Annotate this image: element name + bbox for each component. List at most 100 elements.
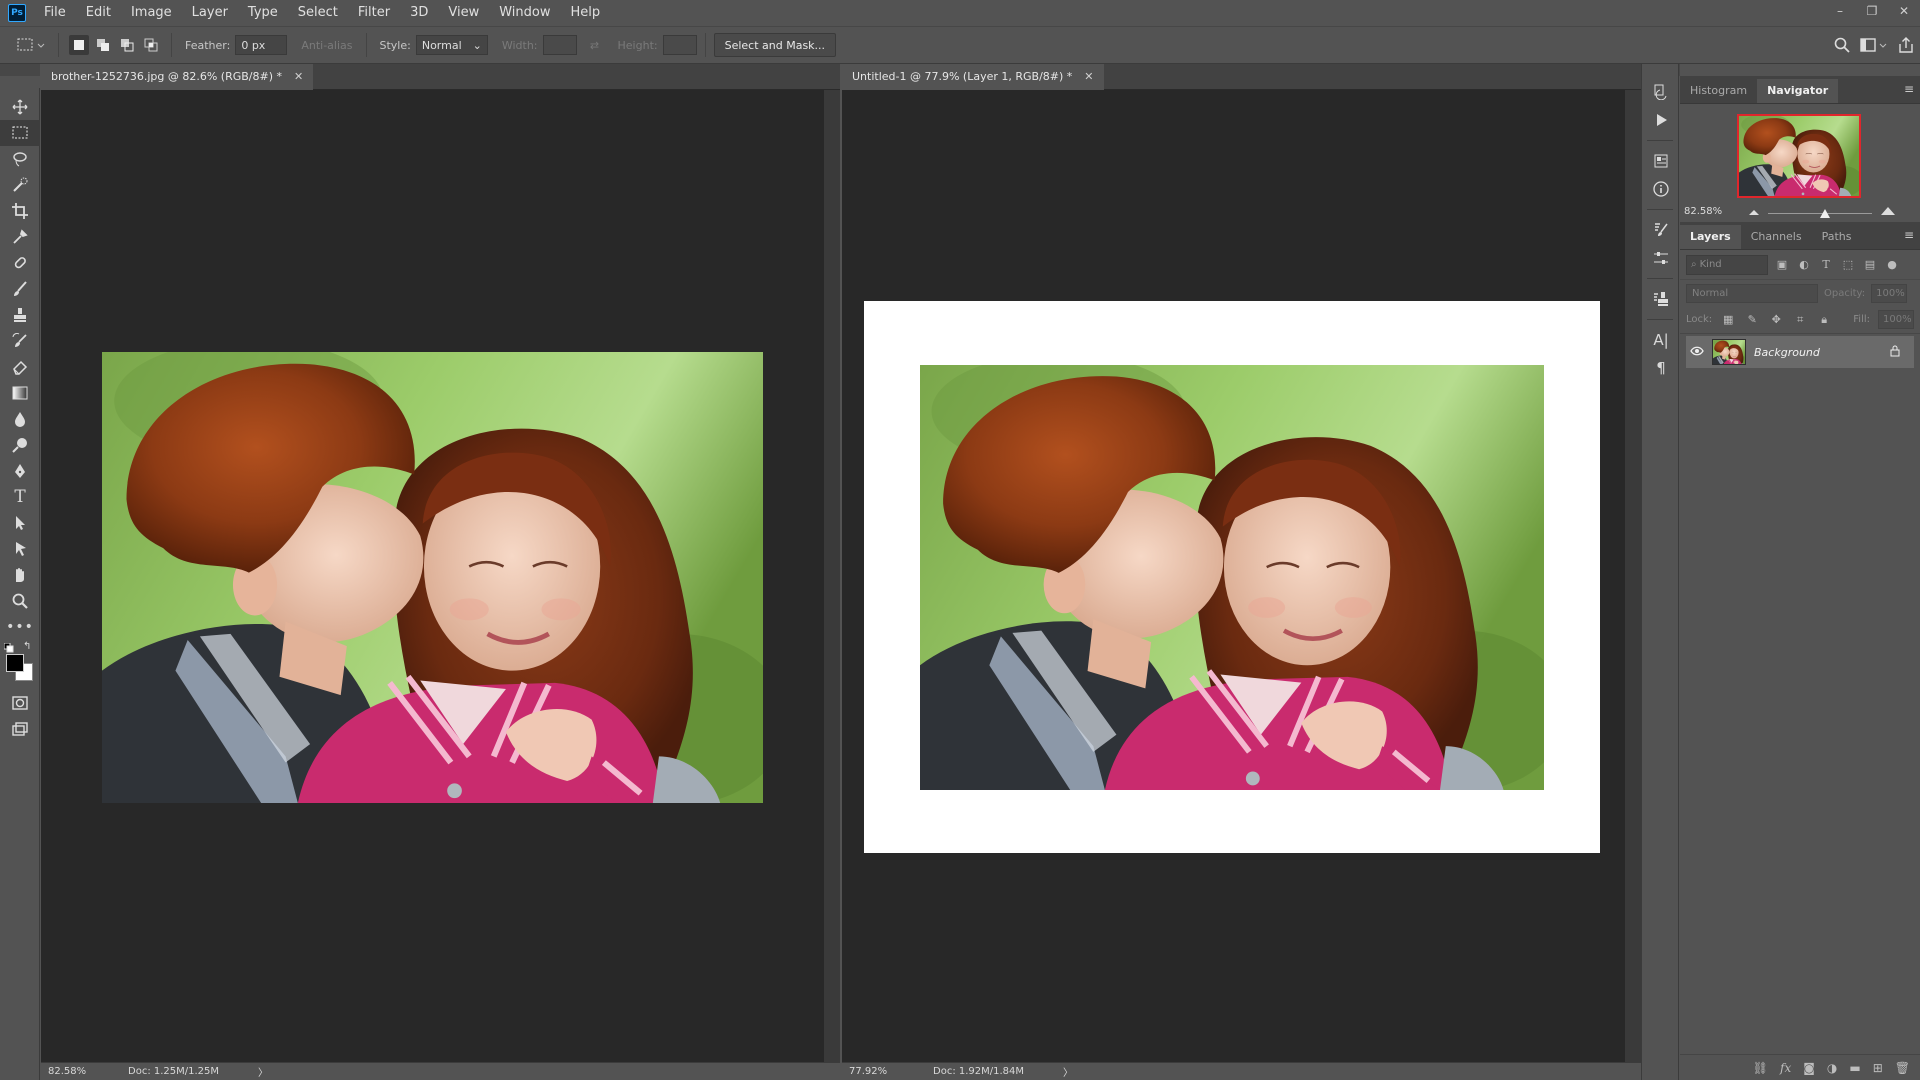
height-input[interactable] <box>662 35 697 55</box>
history-brush-tool-icon[interactable] <box>0 328 40 354</box>
clone-source-panel-icon[interactable] <box>1642 285 1680 313</box>
info-panel-icon[interactable] <box>1642 175 1680 203</box>
menu-file[interactable]: File <box>34 0 76 26</box>
workspace-icon[interactable] <box>1860 37 1888 56</box>
kind-filter-select[interactable]: ⌕ Kind <box>1686 254 1768 275</box>
healing-brush-tool-icon[interactable] <box>0 250 40 276</box>
subtract-selection-icon[interactable] <box>117 35 137 55</box>
tab-channels[interactable]: Channels <box>1741 225 1812 249</box>
quick-selection-tool-icon[interactable] <box>0 172 40 198</box>
gradient-tool-icon[interactable] <box>0 380 40 406</box>
eyedropper-tool-icon[interactable] <box>0 224 40 250</box>
layer-name[interactable]: Background <box>1754 346 1820 359</box>
lock-transparent-icon[interactable]: ▦ <box>1720 312 1736 328</box>
tab-histogram[interactable]: Histogram <box>1680 79 1757 103</box>
menu-select[interactable]: Select <box>288 0 348 26</box>
more-tools-icon[interactable]: ••• <box>0 614 40 640</box>
path-selection-tool-icon[interactable] <box>0 510 40 536</box>
foreground-color-swatch[interactable] <box>6 654 24 672</box>
marquee-preset-icon[interactable] <box>14 35 48 55</box>
style-select[interactable]: Normal ⌄ <box>415 35 488 55</box>
crop-tool-icon[interactable] <box>0 198 40 224</box>
layer-lock-icon[interactable] <box>1890 345 1900 360</box>
zoom-slider-handle[interactable] <box>1820 209 1831 218</box>
search-icon[interactable] <box>1834 37 1850 56</box>
share-icon[interactable] <box>1898 36 1914 56</box>
close-tab-icon[interactable]: ✕ <box>294 70 303 83</box>
move-tool-icon[interactable] <box>0 94 40 120</box>
zoom-tool-icon[interactable] <box>0 588 40 614</box>
tab-layers[interactable]: Layers <box>1680 225 1741 249</box>
filter-toggle-icon[interactable]: ● <box>1884 257 1900 273</box>
stamp-tool-icon[interactable] <box>0 302 40 328</box>
paragraph-panel-icon[interactable]: ¶ <box>1642 354 1680 382</box>
new-selection-icon[interactable] <box>69 35 89 55</box>
type-tool-icon[interactable]: T <box>0 484 40 510</box>
lock-position-icon[interactable]: ✥ <box>1768 312 1784 328</box>
tab-paths[interactable]: Paths <box>1812 225 1862 249</box>
restore-icon[interactable]: ❐ <box>1856 0 1888 22</box>
zoom-level[interactable]: 82.58% <box>48 1066 128 1077</box>
new-group-icon[interactable]: ▬ <box>1849 1061 1860 1075</box>
blur-tool-icon[interactable] <box>0 406 40 432</box>
panel-menu-icon[interactable]: ≡ <box>1904 228 1914 242</box>
rectangular-marquee-tool-icon[interactable] <box>0 120 40 146</box>
character-panel-icon[interactable]: A| <box>1642 326 1680 354</box>
rectangle-tool-icon[interactable] <box>0 536 40 562</box>
default-colors-icon[interactable] <box>4 643 14 653</box>
canvas-area[interactable] <box>842 90 1625 1062</box>
adjustments-panel-icon[interactable] <box>1642 244 1680 272</box>
properties-panel-icon[interactable] <box>1642 147 1680 175</box>
swap-dimensions-icon[interactable]: ⇄ <box>585 35 605 55</box>
link-layers-icon[interactable]: ⛓ <box>1753 1061 1768 1075</box>
zoom-in-icon[interactable] <box>1880 206 1896 216</box>
eraser-tool-icon[interactable] <box>0 354 40 380</box>
feather-input[interactable]: 0 px <box>235 35 288 55</box>
zoom-out-icon[interactable] <box>1748 208 1760 216</box>
menu-view[interactable]: View <box>438 0 489 26</box>
add-mask-icon[interactable]: ◙ <box>1803 1061 1815 1075</box>
screen-mode-icon[interactable] <box>0 716 40 742</box>
panel-grip[interactable] <box>1680 64 1920 76</box>
lock-all-icon[interactable]: 🔒︎ <box>1816 312 1832 328</box>
menu-type[interactable]: Type <box>238 0 288 26</box>
blend-mode-select[interactable]: Normal <box>1686 283 1818 303</box>
zoom-level[interactable]: 77.92% <box>849 1066 933 1077</box>
close-icon[interactable]: ✕ <box>1888 0 1920 22</box>
tab-navigator[interactable]: Navigator <box>1757 79 1839 103</box>
history-panel-icon[interactable] <box>1642 78 1680 106</box>
status-arrow-icon[interactable]: 〉 <box>1063 1064 1073 1079</box>
select-and-mask-button[interactable]: Select and Mask... <box>713 33 837 57</box>
vertical-scrollbar[interactable] <box>1625 90 1641 1062</box>
add-selection-icon[interactable] <box>93 35 113 55</box>
menu-layer[interactable]: Layer <box>182 0 238 26</box>
lasso-tool-icon[interactable] <box>0 146 40 172</box>
swap-colors-icon[interactable]: ↰ <box>23 641 31 652</box>
actions-panel-icon[interactable] <box>1642 106 1680 134</box>
type-filter-icon[interactable]: T <box>1818 257 1834 273</box>
eye-icon[interactable] <box>1686 345 1708 359</box>
menu-edit[interactable]: Edit <box>76 0 121 26</box>
antialias-checkbox[interactable]: Anti-alias <box>301 39 352 52</box>
hand-tool-icon[interactable] <box>0 562 40 588</box>
width-input[interactable] <box>542 35 577 55</box>
brush-tool-icon[interactable] <box>0 276 40 302</box>
minimize-icon[interactable]: – <box>1824 0 1856 22</box>
lock-artboard-icon[interactable]: ⌗ <box>1792 312 1808 328</box>
intersect-selection-icon[interactable] <box>141 35 161 55</box>
adjustment-layer-icon[interactable]: ◑ <box>1827 1061 1837 1075</box>
navigator-preview[interactable] <box>1737 114 1861 198</box>
status-arrow-icon[interactable]: 〉 <box>258 1064 268 1079</box>
layer-style-icon[interactable]: fx <box>1780 1061 1791 1075</box>
pen-tool-icon[interactable] <box>0 458 40 484</box>
pixel-filter-icon[interactable]: ▣ <box>1774 257 1790 273</box>
toolbar-grip[interactable] <box>0 64 40 76</box>
menu-filter[interactable]: Filter <box>348 0 400 26</box>
menu-3d[interactable]: 3D <box>400 0 438 26</box>
menu-help[interactable]: Help <box>561 0 611 26</box>
vertical-scrollbar[interactable] <box>824 90 840 1062</box>
photoshop-logo-icon[interactable]: Ps <box>8 4 26 22</box>
document-tab-2[interactable]: Untitled-1 @ 77.9% (Layer 1, RGB/8#) * ✕ <box>842 63 1104 90</box>
lock-image-icon[interactable]: ✎ <box>1744 312 1760 328</box>
canvas-area[interactable] <box>41 90 824 1062</box>
